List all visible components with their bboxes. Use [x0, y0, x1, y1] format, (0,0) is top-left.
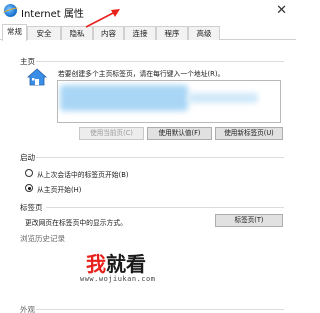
startup-homepage-label[interactable]: 从主页开始(H) — [37, 184, 81, 194]
use-new-tab-button[interactable]: 使用新标签页(U) — [215, 127, 283, 140]
tabs-heading: 标签页 — [20, 203, 43, 212]
house-icon — [27, 68, 47, 86]
tab-strip: 常规 安全 隐私 内容 连接 程序 高级 — [0, 24, 296, 41]
url-redacted-area — [188, 93, 258, 103]
tab-security[interactable]: 安全 — [27, 26, 61, 40]
homepage-description: 若要创建多个主页标签页，请在每行键入一个地址(R)。 — [58, 70, 225, 78]
use-default-button[interactable]: 使用默认值(F) — [147, 127, 212, 140]
startup-last-session-label[interactable]: 从上次会话中的标签页开始(B) — [37, 169, 129, 179]
tabs-description: 更改网页在标签页中的显示方式。 — [25, 219, 127, 227]
homepage-url-field[interactable] — [57, 80, 281, 123]
use-current-button[interactable]: 使用当前页(C) — [79, 127, 144, 140]
homepage-heading: 主页 — [20, 57, 35, 66]
homepage-divider — [36, 61, 284, 62]
tab-advanced[interactable]: 高级 — [188, 26, 220, 40]
window-title: Internet 属性 — [21, 9, 84, 20]
annotation-arrow-icon — [85, 9, 120, 28]
tab-general[interactable]: 常规 — [2, 24, 27, 41]
tabs-settings-button[interactable]: 标签页(T) — [215, 214, 283, 227]
tabs-divider — [46, 207, 284, 208]
title-bar: Internet 属性 ✕ — [0, 0, 296, 22]
startup-homepage-radio[interactable] — [25, 184, 33, 192]
watermark-url: www.wojiukan.com — [80, 275, 156, 283]
tab-programs[interactable]: 程序 — [156, 26, 188, 40]
url-redacted-area — [60, 85, 188, 111]
close-icon[interactable]: ✕ — [276, 3, 287, 18]
appearance-heading: 外观 — [20, 305, 35, 313]
watermark-logo: 我就看 — [86, 252, 146, 276]
internet-globe-icon — [4, 4, 17, 17]
startup-last-session-radio[interactable] — [25, 169, 33, 177]
startup-heading: 启动 — [20, 153, 35, 162]
startup-divider — [36, 157, 284, 158]
appearance-divider — [36, 309, 284, 310]
history-heading: 浏览历史记录 — [20, 234, 65, 243]
tab-connections[interactable]: 连接 — [124, 26, 156, 40]
